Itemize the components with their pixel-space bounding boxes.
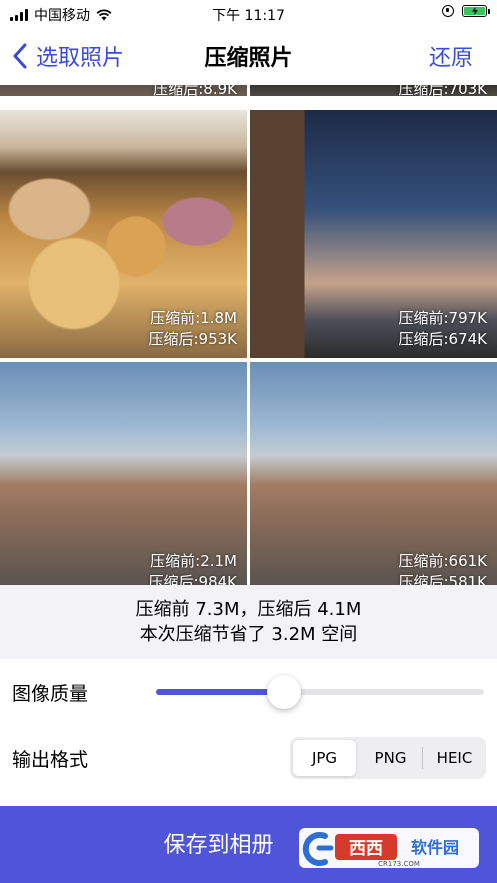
photo-thumbnail[interactable]: 压缩前:661K 压缩后:581K — [250, 362, 497, 585]
status-bar: 中国移动 下午 11:17 — [0, 0, 497, 28]
photo-thumbnail[interactable]: 压缩前:2.1M 压缩后:984K — [0, 362, 247, 585]
battery-icon — [462, 5, 490, 17]
save-button-label: 保存到相册 — [163, 832, 274, 858]
after-size-label: 压缩后:953K — [148, 330, 237, 348]
before-size-label: 压缩前:661K — [398, 552, 487, 570]
photo-caption: 压缩前:797K 压缩后:674K — [398, 308, 487, 350]
summary-sizes: 压缩前 7.3M，压缩后 4.1M — [135, 599, 362, 620]
orientation-lock-icon — [442, 5, 454, 17]
slider-thumb[interactable] — [266, 675, 301, 709]
chevron-left-icon — [13, 43, 27, 69]
photo-caption: 压缩后:703K — [398, 85, 487, 96]
photo-caption: 压缩前:2.1M 压缩后:984K — [148, 551, 237, 585]
before-size-label: 压缩前:797K — [398, 309, 487, 327]
status-right — [442, 5, 490, 17]
compression-summary: 压缩前 7.3M，压缩后 4.1M 本次压缩节省了 3.2M 空间 — [0, 585, 497, 659]
watermark-logo: 西西 软件园 CR173.COM — [299, 828, 479, 868]
back-button[interactable]: 选取照片 — [12, 40, 124, 72]
slider-fill — [156, 689, 284, 695]
photo-thumbnail[interactable]: 压缩后:8.9K — [0, 85, 247, 96]
before-size-label: 压缩前:2.1M — [150, 552, 237, 570]
summary-saved: 本次压缩节省了 3.2M 空间 — [139, 624, 358, 645]
photo-caption: 压缩后:8.9K — [153, 85, 237, 96]
format-segmented-control: JPG PNG HEIC — [290, 737, 486, 779]
format-option-jpg[interactable]: JPG — [293, 740, 356, 776]
photo-caption: 压缩前:1.8M 压缩后:953K — [148, 308, 237, 350]
svg-text:软件园: 软件园 — [411, 838, 459, 857]
quality-slider[interactable] — [156, 675, 484, 709]
svg-text:西西: 西西 — [349, 839, 383, 859]
format-label: 输出格式 — [12, 749, 89, 771]
photo-grid: 压缩后:8.9K 压缩后:703K 压缩前:1.8M 压缩后:953K 压缩前:… — [0, 85, 497, 585]
photo-caption: 压缩前:661K 压缩后:581K — [398, 551, 487, 585]
photo-thumbnail[interactable]: 压缩后:703K — [250, 85, 497, 96]
photo-thumbnail[interactable]: 压缩前:1.8M 压缩后:953K — [0, 110, 247, 358]
svg-text:CR173.COM: CR173.COM — [378, 860, 420, 868]
restore-button[interactable]: 还原 — [429, 40, 473, 72]
before-size-label: 压缩前:1.8M — [150, 309, 237, 327]
back-button-label: 选取照片 — [36, 46, 125, 71]
after-size-label: 压缩后:8.9K — [153, 85, 237, 96]
format-option-heic[interactable]: HEIC — [423, 737, 486, 779]
nav-bar: 选取照片 压缩照片 还原 — [0, 28, 497, 85]
format-option-png[interactable]: PNG — [359, 737, 422, 779]
settings-panel: 图像质量 输出格式 JPG PNG HEIC — [0, 659, 497, 806]
quality-label: 图像质量 — [12, 683, 89, 705]
after-size-label: 压缩后:581K — [398, 573, 487, 585]
after-size-label: 压缩后:703K — [398, 85, 487, 96]
after-size-label: 压缩后:674K — [398, 330, 487, 348]
status-time: 下午 11:17 — [212, 8, 285, 24]
after-size-label: 压缩后:984K — [148, 573, 237, 585]
photo-thumbnail[interactable]: 压缩前:797K 压缩后:674K — [250, 110, 497, 358]
